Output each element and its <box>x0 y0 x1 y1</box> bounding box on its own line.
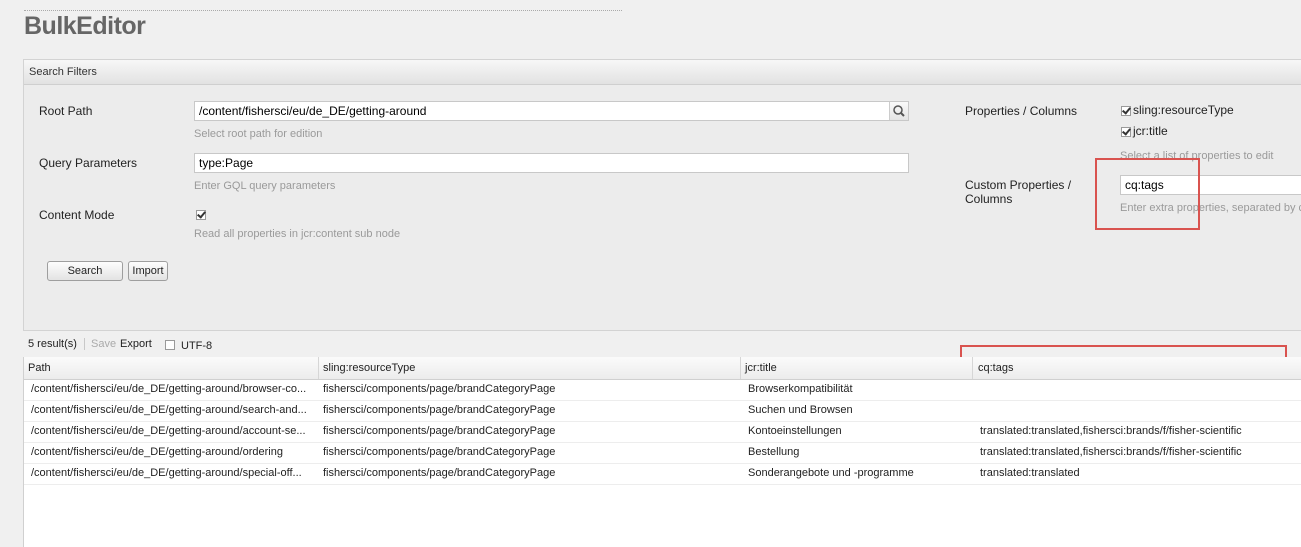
cell-sling-resourcetype[interactable]: fishersci/components/page/brandCategoryP… <box>319 421 741 442</box>
custom-properties-label: Custom Properties / Columns <box>965 178 1072 206</box>
root-path-input[interactable] <box>199 104 904 118</box>
property-checkbox-sling-resourcetype[interactable] <box>1121 106 1131 116</box>
column-header-jcr-title[interactable]: jcr:title <box>741 357 973 379</box>
cell-cq-tags[interactable]: translated:translated,fishersci:brands/f… <box>973 442 1301 463</box>
search-filters-header: Search Filters <box>24 60 1301 85</box>
query-parameters-label: Query Parameters <box>39 156 138 170</box>
table-row[interactable]: /content/fishersci/eu/de_DE/getting-arou… <box>24 442 1301 464</box>
utf8-checkbox[interactable] <box>165 340 175 350</box>
search-button[interactable]: Search <box>47 261 123 281</box>
top-divider <box>24 10 622 11</box>
cell-path[interactable]: /content/fishersci/eu/de_DE/getting-arou… <box>24 400 319 421</box>
magnifier-icon <box>893 105 905 117</box>
export-button[interactable]: Export <box>120 338 152 350</box>
cell-jcr-title[interactable]: Bestellung <box>741 442 973 463</box>
cell-sling-resourcetype[interactable]: fishersci/components/page/brandCategoryP… <box>319 463 741 484</box>
cell-jcr-title[interactable]: Suchen und Browsen <box>741 400 973 421</box>
cell-sling-resourcetype[interactable]: fishersci/components/page/brandCategoryP… <box>319 400 741 421</box>
utf8-label: UTF-8 <box>181 340 213 352</box>
query-parameters-hint: Enter GQL query parameters <box>194 180 336 192</box>
cell-path[interactable]: /content/fishersci/eu/de_DE/getting-arou… <box>24 379 319 400</box>
property-label-sling-resourcetype: sling:resourceType <box>1133 103 1234 117</box>
property-checkbox-jcr-title[interactable] <box>1121 127 1131 137</box>
cell-cq-tags[interactable] <box>973 379 1301 400</box>
table-row[interactable]: /content/fishersci/eu/de_DE/getting-arou… <box>24 421 1301 443</box>
property-label-jcr-title: jcr:title <box>1133 124 1168 138</box>
save-button[interactable]: Save <box>91 338 116 350</box>
cell-sling-resourcetype[interactable]: fishersci/components/page/brandCategoryP… <box>319 442 741 463</box>
results-toolbar: 5 result(s) Save Export UTF-8 <box>23 333 1301 357</box>
grid-header: Path sling:resourceType jcr:title cq:tag… <box>24 357 1301 380</box>
root-path-field[interactable] <box>194 101 909 121</box>
cell-path[interactable]: /content/fishersci/eu/de_DE/getting-arou… <box>24 442 319 463</box>
cell-sling-resourcetype[interactable]: fishersci/components/page/brandCategoryP… <box>319 379 741 400</box>
cell-cq-tags[interactable]: translated:translated <box>973 463 1301 484</box>
query-parameters-field[interactable] <box>194 153 909 173</box>
content-mode-label: Content Mode <box>39 208 115 222</box>
cell-cq-tags[interactable] <box>973 400 1301 421</box>
root-path-browse-button[interactable] <box>889 102 908 120</box>
content-mode-checkbox[interactable] <box>196 210 206 220</box>
query-parameters-input[interactable] <box>199 156 904 170</box>
table-row[interactable]: /content/fishersci/eu/de_DE/getting-arou… <box>24 463 1301 485</box>
cell-jcr-title[interactable]: Kontoeinstellungen <box>741 421 973 442</box>
highlight-custom-properties <box>1095 158 1200 230</box>
column-header-path[interactable]: Path <box>24 357 319 379</box>
import-button[interactable]: Import <box>128 261 168 281</box>
cell-cq-tags[interactable]: translated:translated,fishersci:brands/f… <box>973 421 1301 442</box>
page-title: BulkEditor <box>24 12 146 40</box>
column-header-sling-resourcetype[interactable]: sling:resourceType <box>319 357 741 379</box>
content-mode-hint: Read all properties in jcr:content sub n… <box>194 228 401 240</box>
properties-columns-label: Properties / Columns <box>965 104 1078 118</box>
cell-jcr-title[interactable]: Browserkompatibilität <box>741 379 973 400</box>
cell-path[interactable]: /content/fishersci/eu/de_DE/getting-arou… <box>24 463 319 484</box>
root-path-hint: Select root path for edition <box>194 128 323 140</box>
toolbar-separator <box>84 338 85 350</box>
table-row[interactable]: /content/fishersci/eu/de_DE/getting-arou… <box>24 400 1301 422</box>
cell-jcr-title[interactable]: Sonderangebote und -programme <box>741 463 973 484</box>
root-path-label: Root Path <box>39 104 93 118</box>
results-grid: Path sling:resourceType jcr:title cq:tag… <box>23 357 1301 547</box>
cell-path[interactable]: /content/fishersci/eu/de_DE/getting-arou… <box>24 421 319 442</box>
table-row[interactable]: /content/fishersci/eu/de_DE/getting-arou… <box>24 379 1301 401</box>
column-header-cq-tags[interactable]: cq:tags <box>973 357 1301 379</box>
result-count: 5 result(s) <box>28 338 77 350</box>
